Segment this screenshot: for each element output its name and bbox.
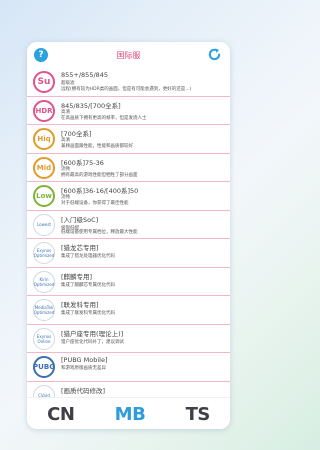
preset-description: 低端设备使用专属档位，释放最大性能: [61, 229, 138, 235]
preset-description: 和游戏原版画质无差异: [61, 366, 106, 371]
card-header: ? 国际服: [27, 42, 230, 68]
preset-title: [600系]36-16/[400系]50: [61, 187, 139, 195]
preset-description: 远程(拥有较为HDR类的画面，但是有可能会遇到，更好的还是...): [61, 87, 192, 92]
preset-badge-icon: Lowest: [33, 213, 55, 236]
preset-title: [猎龙芯专用]: [61, 244, 99, 252]
preset-description: 集成了麒麟芯专属优化代码: [61, 282, 115, 288]
preset-badge-icon: Hiq: [33, 128, 55, 150]
preset-title: 855+/855/845: [61, 71, 109, 79]
preset-title: [画质代码修改]: [61, 386, 106, 395]
preset-description: 兼顾画面跟性能，性能和画质都较好: [61, 144, 133, 149]
tab-cn[interactable]: CN: [47, 404, 75, 425]
list-item[interactable]: Hiq [700全系] 高清 兼顾画面跟性能，性能和画质都较好: [27, 125, 230, 154]
preset-description: 集成了联发科专属优化代码: [61, 311, 115, 316]
list-item[interactable]: Mid [600系]75-36 流畅 拥有最高的游戏性能但牺牲了部分画面: [27, 154, 230, 182]
preset-description: 对于低端设备，你获得了最佳性能: [61, 201, 129, 206]
list-item[interactable]: PUBG [PUBG Mobile] 和游戏原版画质无差异: [27, 353, 230, 382]
list-item[interactable]: Low [600系]36-16/[400系]50 流畅 对于低端设备，你获得了最佳性能: [27, 182, 230, 211]
preset-badge-icon: MediaTek Optimized: [33, 299, 55, 321]
preset-badge-icon: Su: [33, 71, 55, 93]
tab-mb[interactable]: MB: [115, 404, 146, 425]
list-item[interactable]: Lowest [入门级SoC] 极限低配 低端设备使用专属档位，释放最大性能: [27, 211, 230, 239]
preset-title: [联发科专用]: [61, 301, 99, 309]
preset-badge-icon: Exynos Online: [33, 327, 55, 350]
preset-title: [入门级SoC]: [61, 215, 99, 224]
preset-badge-icon: Kirin Optimized: [33, 270, 55, 293]
list-item[interactable]: Kirin Optimized [麒麟专用] 集成了麒麟芯专属优化代码: [27, 268, 230, 296]
preset-description: 在高画质下拥有更高的帧率，但是发烧人士: [61, 115, 147, 121]
list-item[interactable]: Exynos Online [猎户座专用(理论上)] 猎户座优化代码补丁，建议调试: [27, 325, 230, 353]
list-item[interactable]: HDR 845/835/[700全系] 高清 在高画质下拥有更高的帧率，但是发烧人士: [27, 97, 230, 125]
list-item[interactable]: Exynos Optimized [猎龙芯专用] 集成了猎龙处理器优化代码: [27, 239, 230, 268]
region-tab-bar: CN MB TS: [27, 397, 230, 429]
preset-title: [PUBG Mobile]: [61, 356, 108, 364]
settings-card: ? 国际服 Su 855+/855/845 超级滤 远程(拥有较为HDR类的画面，但是…: [27, 42, 230, 429]
preset-badge-icon: Low: [33, 185, 55, 207]
preset-title: [猎户座专用(理论上)]: [61, 329, 124, 338]
preset-description: 猎户座优化代码补丁，建议调试: [61, 339, 124, 345]
preset-description: 拥有最高的游戏性能但牺牲了部分画面: [61, 172, 138, 178]
preset-list: Su 855+/855/845 超级滤 远程(拥有较为HDR类的画面，但是有可能会遇到…: [27, 68, 230, 410]
refresh-icon[interactable]: [207, 47, 222, 62]
tab-ts[interactable]: TS: [186, 404, 211, 425]
preset-description: 集成了猎龙处理器优化代码: [61, 254, 115, 259]
preset-badge-icon: Exynos Optimized: [33, 242, 55, 264]
preset-badge-icon: Mid: [33, 156, 55, 179]
page-title: 国际服: [116, 51, 141, 60]
preset-title: [麒麟专用]: [61, 272, 93, 281]
list-item[interactable]: Su 855+/855/845 超级滤 远程(拥有较为HDR类的画面，但是有可能会遇到…: [27, 68, 230, 97]
preset-badge-icon: PUBG: [33, 356, 55, 378]
list-item[interactable]: MediaTek Optimized [联发科专用] 集成了联发科专属优化代码: [27, 296, 230, 325]
preset-badge-icon: HDR: [33, 99, 55, 122]
